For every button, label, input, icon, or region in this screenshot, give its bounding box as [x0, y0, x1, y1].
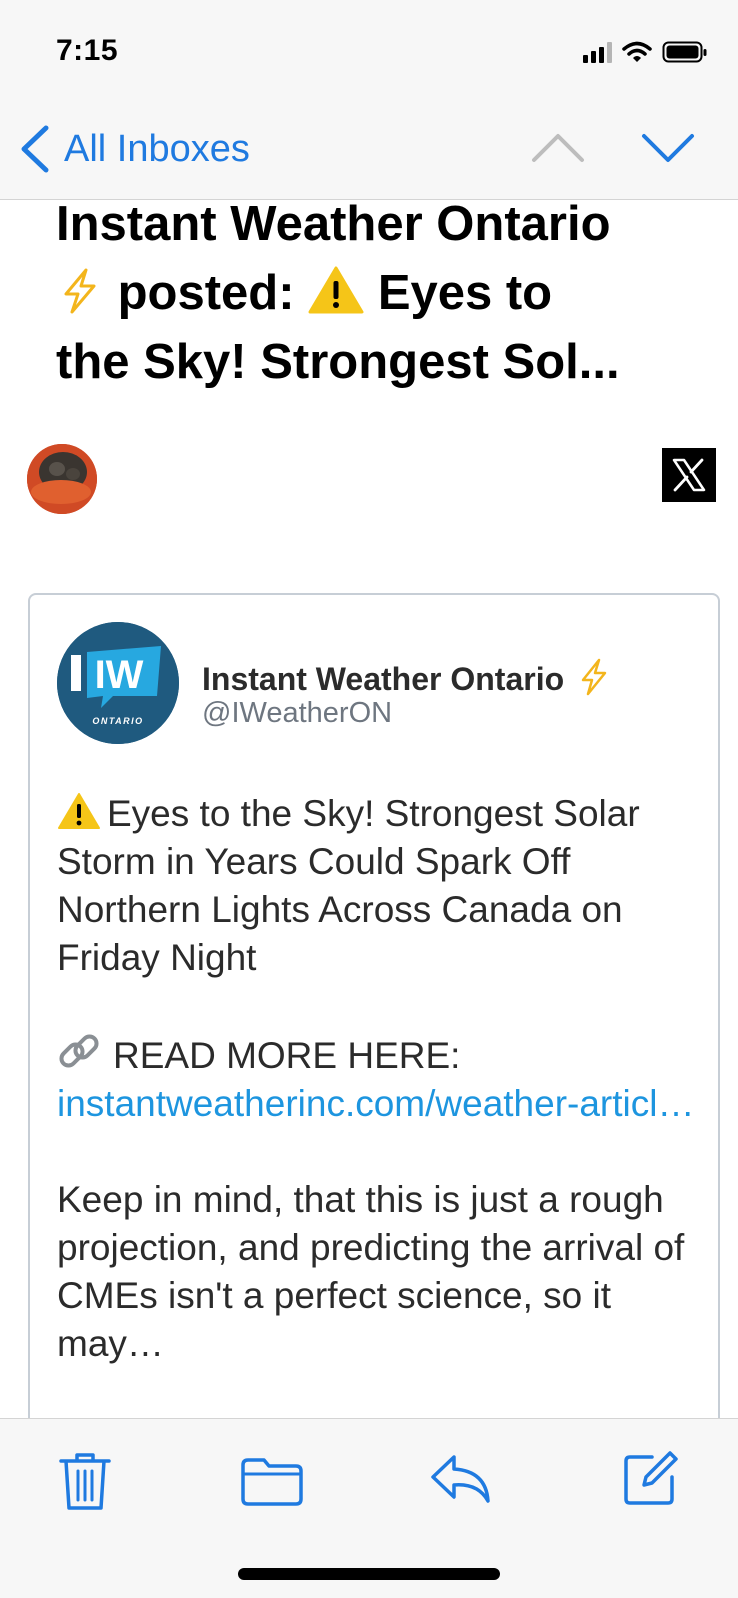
warning-icon [58, 793, 100, 829]
logo-caption: ONTARIO [92, 716, 143, 726]
status-icons [583, 40, 708, 64]
next-message-button[interactable] [640, 130, 696, 166]
lightning-icon [64, 268, 96, 314]
subject-text-1: Instant Weather Ontario [56, 197, 611, 251]
subject-text-3: Eyes to [377, 266, 553, 320]
compose-icon[interactable] [622, 1449, 680, 1507]
status-bar: 7:15 [0, 0, 738, 100]
home-indicator[interactable] [238, 1568, 500, 1580]
back-button[interactable]: All Inboxes [18, 124, 250, 174]
previous-message-button[interactable] [530, 130, 586, 166]
article-link[interactable]: instantweatherinc.com/weather-articl… [57, 1083, 694, 1124]
tweet-card[interactable]: IW ONTARIO Instant Weather Ontario @IWea… [28, 593, 720, 1443]
lightning-icon [581, 658, 607, 696]
account-name[interactable]: Instant Weather Ontario [202, 658, 611, 698]
logo-letters: IW [95, 653, 144, 697]
tweet-body-text: Keep in mind, that this is just a rough … [57, 1179, 685, 1364]
nav-bar: All Inboxes [0, 100, 738, 200]
chevron-left-icon [21, 125, 49, 173]
folder-icon[interactable] [240, 1457, 304, 1507]
subject-text-4: the Sky! Strongest Sol... [56, 335, 620, 389]
back-label: All Inboxes [64, 127, 250, 170]
read-more-label: READ MORE HERE: [113, 1035, 461, 1076]
trash-icon[interactable] [58, 1451, 112, 1513]
warning-icon [308, 266, 364, 314]
link-icon [59, 1034, 99, 1068]
sender-avatar [27, 444, 97, 514]
wifi-icon [622, 41, 652, 62]
signal-icon [583, 41, 612, 63]
account-logo: IW ONTARIO [57, 622, 179, 744]
reply-icon[interactable] [430, 1453, 492, 1505]
tweet-body: Eyes to the Sky! Strongest Solar Storm i… [57, 790, 697, 1416]
account-name-text: Instant Weather Ontario [202, 661, 565, 697]
email-subject: Instant Weather Ontario posted: Eyes to … [56, 190, 696, 397]
status-time: 7:15 [56, 34, 119, 67]
tweet-headline: Eyes to the Sky! Strongest Solar Storm i… [57, 793, 640, 978]
x-logo-icon[interactable] [662, 448, 716, 502]
battery-icon [662, 41, 707, 63]
tweet-link-paragraph: READ MORE HERE: instantweatherinc.com/we… [57, 1030, 697, 1128]
account-handle[interactable]: @IWeatherON [202, 697, 392, 730]
tweet-headline-paragraph: Eyes to the Sky! Strongest Solar Storm i… [57, 790, 697, 982]
subject-text-2: posted: [117, 266, 295, 320]
